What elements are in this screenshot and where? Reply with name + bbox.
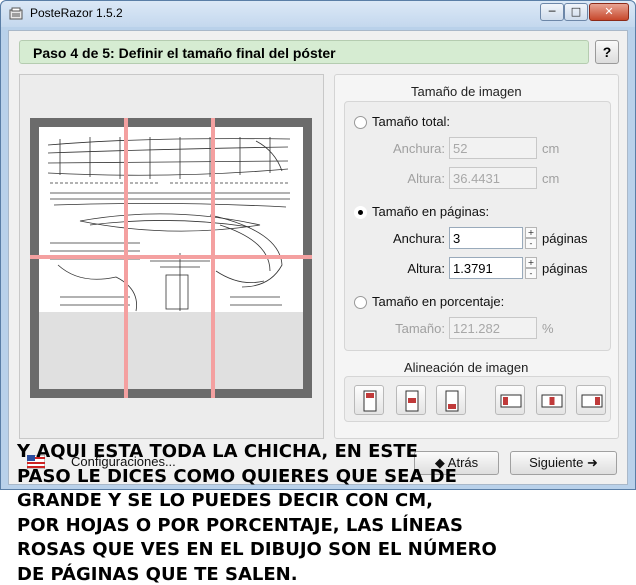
step-title: Paso 4 de 5: Definir el tamaño final del… [33, 45, 336, 61]
close-button[interactable]: ✕ [589, 3, 629, 21]
percent-size-radio[interactable] [354, 296, 367, 309]
image-size-panel: Tamaño de imagen Tamaño total: Anchura: … [334, 74, 619, 439]
window-title: PosteRazor 1.5.2 [30, 6, 123, 20]
pages-height-up[interactable]: + [525, 257, 537, 268]
poster-preview-canvas [30, 118, 312, 398]
total-width-unit: cm [542, 141, 560, 156]
app-window: PosteRazor 1.5.2 ─ □ ✕ Paso 4 de 5: Defi… [0, 0, 636, 490]
pages-height-label: Altura: [407, 261, 445, 276]
percent-size-field[interactable]: 121.282 [449, 317, 537, 339]
total-width-field[interactable]: 52 [449, 137, 537, 159]
total-height-unit: cm [542, 171, 560, 186]
pages-height-stepper[interactable]: + - [525, 257, 537, 279]
help-button[interactable]: ? [595, 40, 619, 64]
pages-height-field[interactable]: 1.3791 [449, 257, 523, 279]
percent-size-label: Tamaño en porcentaje: [372, 294, 505, 309]
total-height-label: Altura: [407, 171, 445, 186]
pages-width-label: Anchura: [392, 231, 445, 246]
minimize-button[interactable]: ─ [540, 3, 564, 21]
arrow-right-icon: ➜ [583, 455, 598, 470]
percent-size-field-label: Tamaño: [395, 321, 445, 336]
maximize-button[interactable]: □ [564, 3, 588, 21]
align-right-button[interactable] [576, 385, 606, 415]
align-right-icon [581, 394, 603, 408]
wizard-content: Paso 4 de 5: Definir el tamaño final del… [8, 30, 628, 485]
poster-preview [19, 74, 324, 439]
align-middle-icon [405, 390, 419, 412]
align-top-button[interactable] [354, 385, 384, 415]
align-left-button[interactable] [495, 385, 525, 415]
image-alignment-heading: Alineación de imagen [404, 360, 529, 375]
pages-width-down[interactable]: - [525, 238, 537, 249]
pages-size-label: Tamaño en páginas: [372, 204, 490, 219]
app-icon [9, 7, 23, 20]
image-size-heading: Tamaño de imagen [411, 84, 522, 99]
total-height-field[interactable]: 36.4431 [449, 167, 537, 189]
step-header: Paso 4 de 5: Definir el tamaño final del… [19, 40, 589, 64]
align-center-icon [541, 394, 563, 408]
total-size-radio[interactable] [354, 116, 367, 129]
pages-size-radio[interactable] [354, 206, 367, 219]
pages-height-down[interactable]: - [525, 268, 537, 279]
caption-overlay: Y AQUI ESTA TODA LA CHICHA, EN ESTE PASO… [17, 441, 497, 585]
align-bottom-icon [445, 390, 459, 412]
pages-height-unit: páginas [542, 261, 588, 276]
pages-width-up[interactable]: + [525, 227, 537, 238]
pages-width-stepper[interactable]: + - [525, 227, 537, 249]
align-left-icon [500, 394, 522, 408]
image-size-group: Tamaño total: Anchura: 52 cm Altura: 36.… [344, 101, 611, 351]
percent-size-unit: % [542, 321, 554, 336]
image-area [39, 127, 303, 312]
title-bar[interactable]: PosteRazor 1.5.2 ─ □ ✕ [1, 1, 635, 27]
total-width-label: Anchura: [392, 141, 445, 156]
pages-width-field[interactable]: 3 [449, 227, 523, 249]
pages-width-unit: páginas [542, 231, 588, 246]
align-bottom-button[interactable] [436, 385, 466, 415]
total-size-label: Tamaño total: [372, 114, 451, 129]
align-center-button[interactable] [536, 385, 566, 415]
align-top-icon [363, 390, 377, 412]
align-middle-button[interactable] [396, 385, 426, 415]
image-alignment-group [344, 376, 611, 422]
